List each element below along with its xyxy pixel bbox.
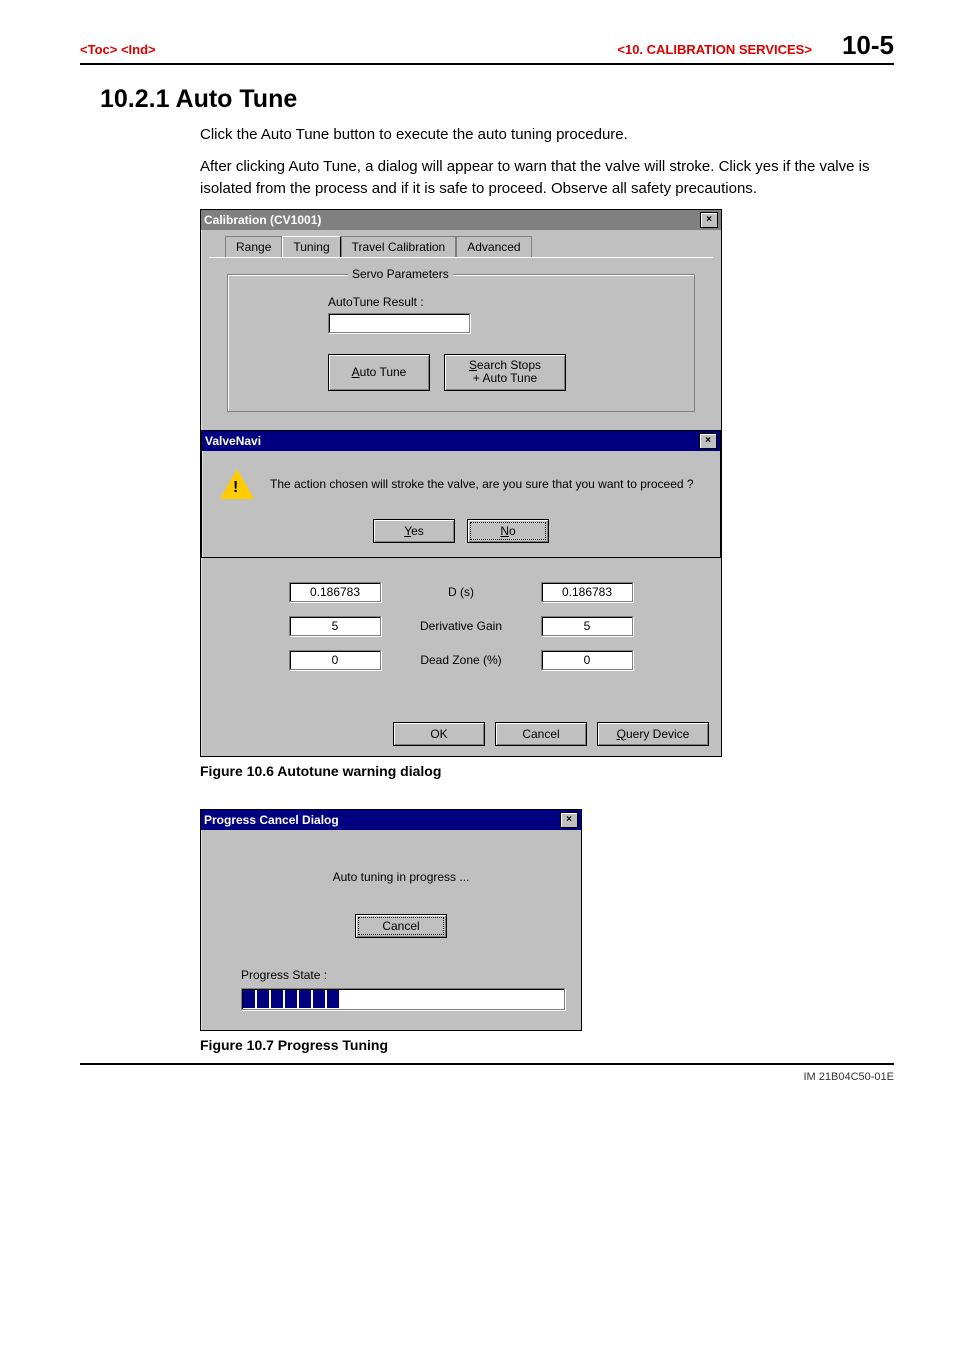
ok-button[interactable]: OK [393,722,485,746]
warning-message: The action chosen will stroke the valve,… [270,477,694,491]
tab-advanced[interactable]: Advanced [456,236,531,257]
dz-left-value: 0 [289,650,381,670]
no-button[interactable]: No [467,519,549,543]
search-stops-button[interactable]: Search Stops+ Auto Tune [444,354,566,390]
dg-right-value: 5 [541,616,633,636]
progress-state-label: Progress State : [241,968,561,982]
page-number: 10-5 [842,30,894,61]
figure-caption-2: Figure 10.7 Progress Tuning [200,1037,894,1053]
progress-cancel-button[interactable]: Cancel [355,914,447,938]
valvenavi-dialog: ValveNavi × The action chosen will strok… [201,430,721,558]
close-icon[interactable]: × [700,212,718,228]
dialog-bottom-buttons: OK Cancel Query Device [201,714,721,756]
param-row-dg: 5 Derivative Gain 5 [239,616,683,636]
body-paragraph-1: Click the Auto Tune button to execute th… [200,124,874,146]
calibration-titlebar: Calibration (CV1001) × [201,210,721,230]
valvenavi-title: ValveNavi [205,434,261,448]
progress-bar [241,988,565,1010]
tab-travel[interactable]: Travel Calibration [341,236,457,257]
d-left-value: 0.186783 [289,582,381,602]
parameter-grid: 0.186783 D (s) 0.186783 5 Derivative Gai… [209,558,713,702]
dz-label: Dead Zone (%) [411,653,511,667]
progress-dialog: Progress Cancel Dialog × Auto tuning in … [200,809,582,1031]
query-device-button[interactable]: Query Device [597,722,709,746]
yes-button[interactable]: Yes [373,519,455,543]
dg-label: Derivative Gain [411,619,511,633]
dz-right-value: 0 [541,650,633,670]
autotune-result-field [328,313,470,333]
toc-link[interactable]: <Toc> [80,42,117,57]
header-left-links: <Toc> <Ind> [80,42,156,57]
page-footer: IM 21B04C50-01E [80,1063,894,1083]
tab-range[interactable]: Range [225,236,282,257]
header-section: <10. CALIBRATION SERVICES> [617,42,812,57]
warning-icon [220,467,254,501]
figure-caption-1: Figure 10.6 Autotune warning dialog [200,763,894,779]
tab-row: Range Tuning Travel Calibration Advanced [201,230,721,257]
progress-message: Auto tuning in progress ... [241,870,561,884]
calibration-title: Calibration (CV1001) [204,213,321,227]
auto-tune-button[interactable]: Auto Tune [328,354,430,390]
groupbox-label: Servo Parameters [348,267,453,281]
param-row-dz: 0 Dead Zone (%) 0 [239,650,683,670]
cancel-button[interactable]: Cancel [495,722,587,746]
close-icon[interactable]: × [699,433,717,449]
ind-link[interactable]: <Ind> [121,42,156,57]
progress-titlebar: Progress Cancel Dialog × [201,810,581,830]
param-row-d: 0.186783 D (s) 0.186783 [239,582,683,602]
calibration-dialog: Calibration (CV1001) × Range Tuning Trav… [200,209,722,756]
servo-parameters-group: Servo Parameters AutoTune Result : Auto … [227,274,695,411]
page-header: <Toc> <Ind> <10. CALIBRATION SERVICES> 1… [80,30,894,65]
section-heading: 10.2.1 Auto Tune [100,85,894,114]
autotune-result-label: AutoTune Result : [328,295,674,309]
dg-left-value: 5 [289,616,381,636]
close-icon[interactable]: × [560,812,578,828]
valvenavi-titlebar: ValveNavi × [202,431,720,451]
d-right-value: 0.186783 [541,582,633,602]
tab-tuning[interactable]: Tuning [282,236,340,257]
d-label: D (s) [411,585,511,599]
body-paragraph-2: After clicking Auto Tune, a dialog will … [200,156,874,200]
progress-title: Progress Cancel Dialog [204,813,339,827]
